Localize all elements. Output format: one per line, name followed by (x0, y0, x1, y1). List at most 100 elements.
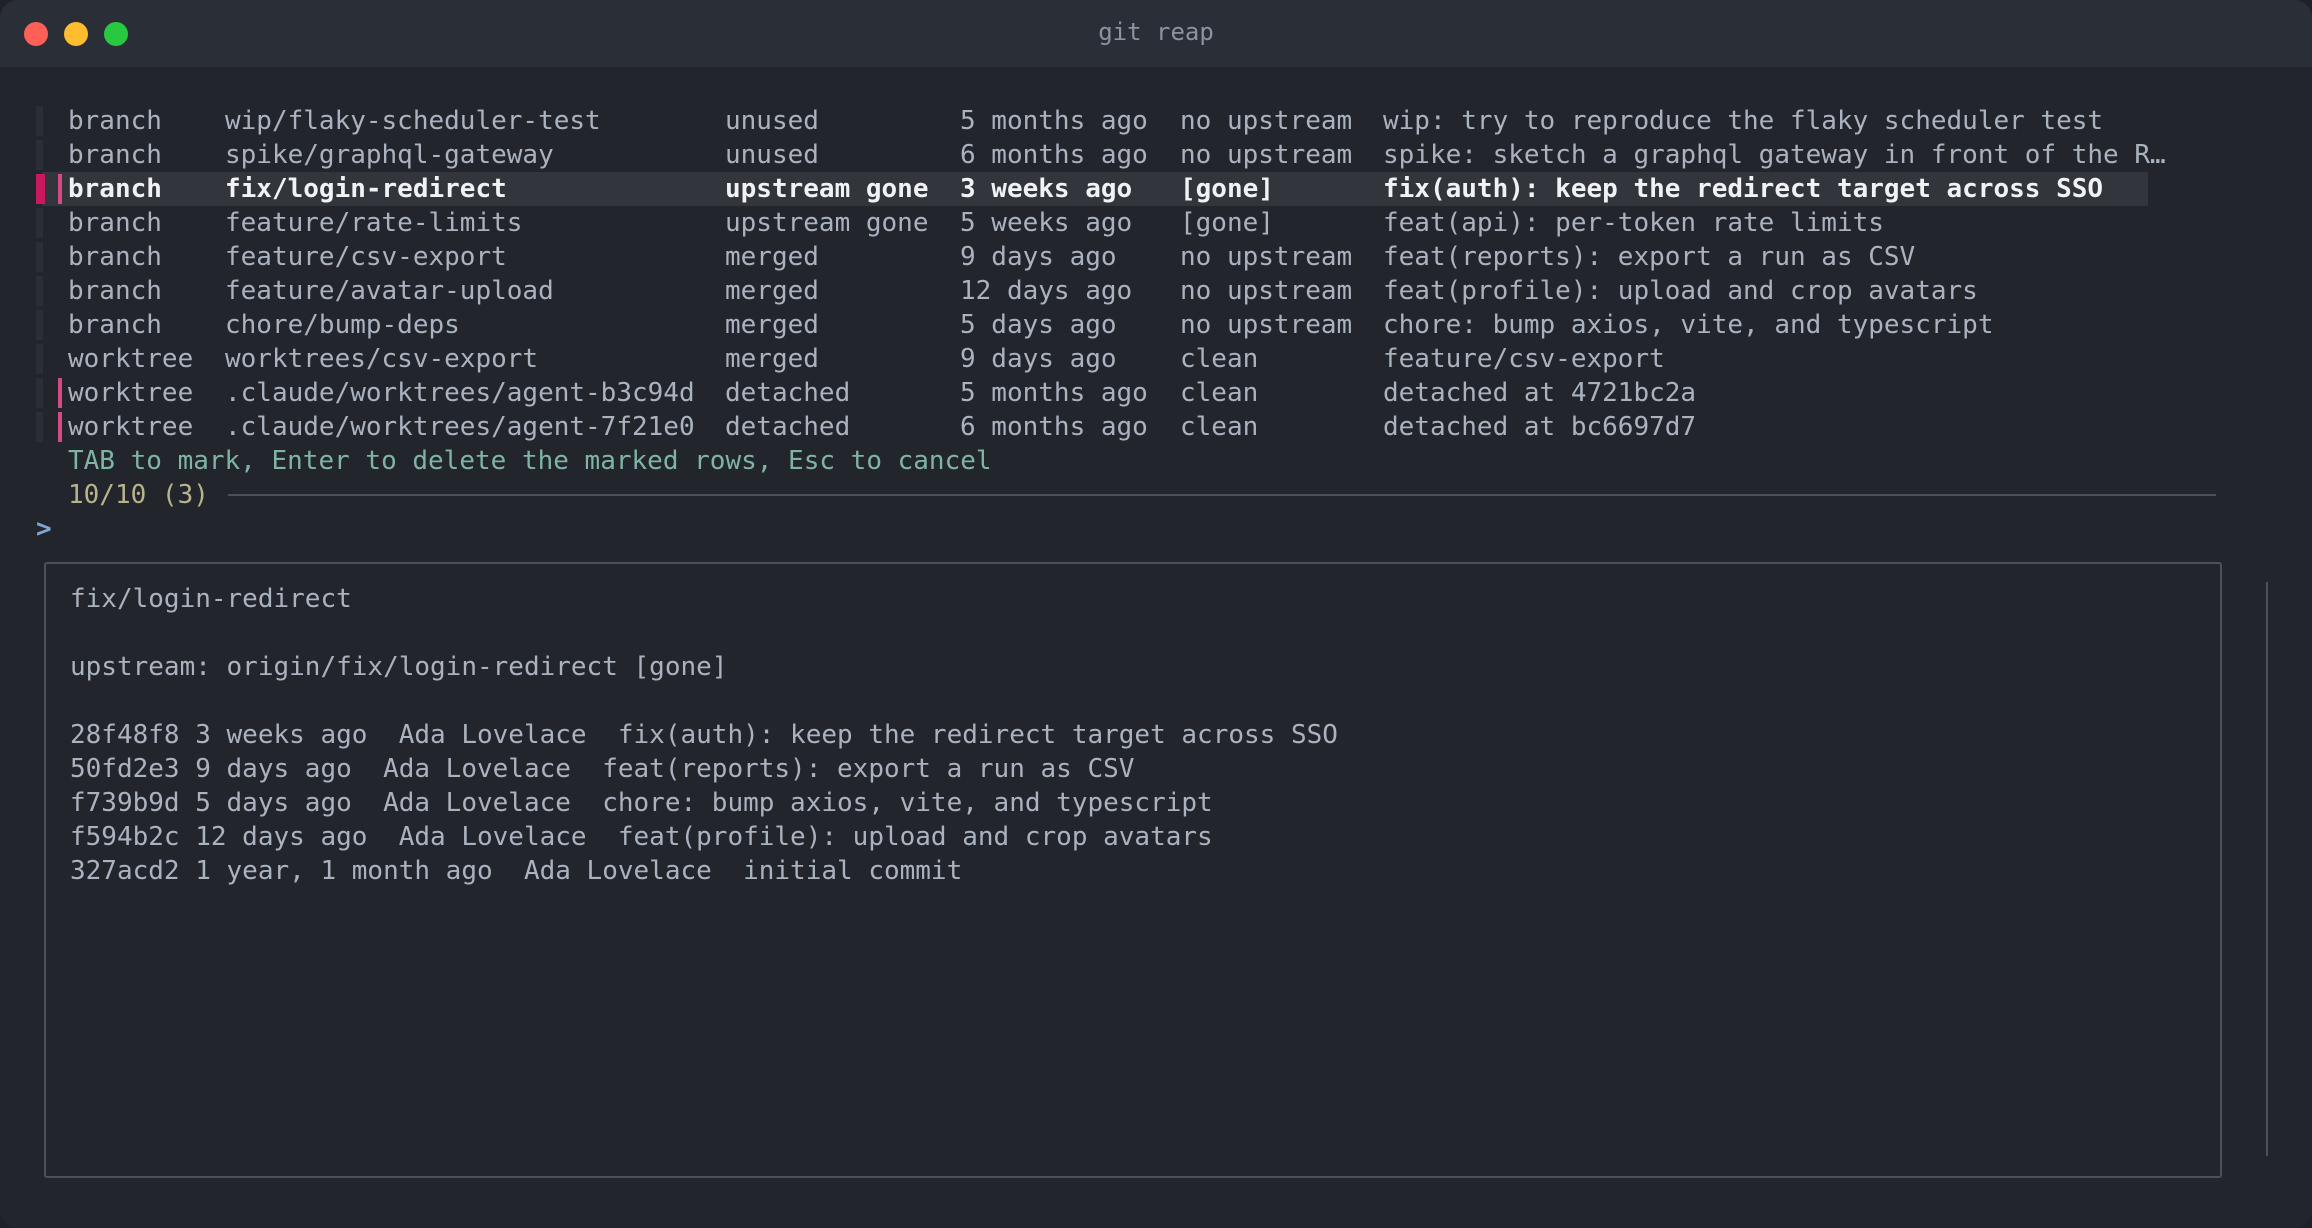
row-message: feat(api): per-token rate limits (1383, 208, 1884, 238)
row-message: detached at bc6697d7 (1383, 412, 1697, 442)
list-row[interactable]: branch feature/avatar-upload merged 12 days… (0, 274, 2312, 308)
row-gutter (36, 208, 43, 238)
row-kind: branch (68, 276, 162, 306)
match-counter: 10/10 (3) (68, 480, 209, 510)
row-kind: worktree (68, 344, 194, 374)
row-state: upstream gone (725, 174, 929, 204)
row-kind: branch (68, 140, 162, 170)
row-age: 3 weeks ago (960, 174, 1133, 204)
preview-line: fix/login-redirect (70, 584, 352, 614)
list-row[interactable]: branch fix/login-redirect upstream gone 3 w… (0, 172, 2312, 206)
marked-indicator (58, 174, 62, 204)
row-name: feature/csv-export (225, 242, 507, 272)
row-state: merged (725, 344, 819, 374)
row-upstream: no upstream (1180, 310, 1353, 340)
row-kind: worktree (68, 412, 194, 442)
row-state: detached (725, 412, 851, 442)
row-message: fix(auth): keep the redirect target acro… (1383, 174, 2104, 204)
row-message: feat(profile): upload and crop avatars (1383, 276, 1978, 306)
row-gutter (36, 412, 43, 442)
row-age: 5 months ago (960, 378, 1148, 408)
row-age: 9 days ago (960, 344, 1117, 374)
key-hint: TAB to mark, Enter to delete the marked … (68, 446, 992, 476)
row-gutter (36, 378, 43, 408)
row-state: detached (725, 378, 851, 408)
row-age: 5 months ago (960, 106, 1148, 136)
row-upstream: clean (1180, 344, 1259, 374)
list-row[interactable]: branch feature/csv-export merged 9 days ago… (0, 240, 2312, 274)
list-row[interactable]: worktree .claude/worktrees/agent-7f21e0 de… (0, 410, 2312, 444)
row-upstream: clean (1180, 378, 1259, 408)
row-message: detached at 4721bc2a (1383, 378, 1697, 408)
row-name: chore/bump-deps (225, 310, 460, 340)
candidate-list[interactable]: branch wip/flaky-scheduler-test unused 5 mo… (0, 104, 2312, 444)
row-gutter (36, 276, 43, 306)
preview-pane: fix/login-redirect upstream: origin/fix/l… (44, 562, 2222, 1178)
row-upstream: [gone] (1180, 208, 1274, 238)
preview-content: fix/login-redirect upstream: origin/fix/l… (70, 582, 1338, 888)
row-gutter (36, 242, 43, 272)
row-upstream: no upstream (1180, 140, 1353, 170)
row-name: feature/rate-limits (225, 208, 523, 238)
filter-prompt[interactable]: > (36, 512, 52, 546)
preview-line (70, 684, 1338, 718)
row-kind: branch (68, 310, 162, 340)
list-row[interactable]: worktree .claude/worktrees/agent-b3c94d de… (0, 376, 2312, 410)
row-age: 5 weeks ago (960, 208, 1133, 238)
row-age: 5 days ago (960, 310, 1117, 340)
terminal-window: git reap branch wip/flaky-scheduler-test u… (0, 0, 2312, 1228)
row-state: upstream gone (725, 208, 929, 238)
window-title: git reap (1098, 18, 1214, 46)
row-upstream: [gone] (1180, 174, 1274, 204)
counter-divider (228, 494, 2216, 496)
row-name: .claude/worktrees/agent-b3c94d (225, 378, 695, 408)
preview-scroll-border (2266, 582, 2268, 1156)
preview-line: 327acd2 1 year, 1 month ago Ada Lovelace… (70, 856, 963, 886)
row-age: 6 months ago (960, 140, 1148, 170)
row-kind: branch (68, 174, 162, 204)
preview-line: 28f48f8 3 weeks ago Ada Lovelace fix(aut… (70, 720, 1338, 750)
row-age: 12 days ago (960, 276, 1133, 306)
preview-line: 50fd2e3 9 days ago Ada Lovelace feat(rep… (70, 754, 1135, 784)
row-kind: branch (68, 242, 162, 272)
row-gutter (36, 140, 43, 170)
row-state: merged (725, 242, 819, 272)
row-upstream: no upstream (1180, 276, 1353, 306)
list-row[interactable]: branch feature/rate-limits upstream gone 5 … (0, 206, 2312, 240)
row-name: wip/flaky-scheduler-test (225, 106, 601, 136)
row-upstream: clean (1180, 412, 1259, 442)
row-gutter (36, 310, 43, 340)
row-age: 9 days ago (960, 242, 1117, 272)
row-message: feat(reports): export a run as CSV (1383, 242, 1916, 272)
row-gutter (36, 106, 43, 136)
preview-line: upstream: origin/fix/login-redirect [gon… (70, 652, 728, 682)
row-kind: branch (68, 208, 162, 238)
row-upstream: no upstream (1180, 242, 1353, 272)
row-kind: worktree (68, 378, 194, 408)
row-name: worktrees/csv-export (225, 344, 539, 374)
row-upstream: no upstream (1180, 106, 1353, 136)
row-message: chore: bump axios, vite, and typescript (1383, 310, 1994, 340)
row-name: fix/login-redirect (225, 174, 507, 204)
row-name: spike/graphql-gateway (225, 140, 554, 170)
row-message: spike: sketch a graphql gateway in front… (1383, 140, 2166, 170)
row-state: unused (725, 140, 819, 170)
row-gutter (36, 344, 43, 374)
cursor-marker (36, 174, 45, 204)
list-row[interactable]: worktree worktrees/csv-export merged 9 days… (0, 342, 2312, 376)
marked-indicator (58, 412, 62, 442)
list-row[interactable]: branch chore/bump-deps merged 5 days ago no … (0, 308, 2312, 342)
row-state: merged (725, 276, 819, 306)
row-state: merged (725, 310, 819, 340)
row-message: feature/csv-export (1383, 344, 1665, 374)
row-name: feature/avatar-upload (225, 276, 554, 306)
preview-line: f594b2c 12 days ago Ada Lovelace feat(pr… (70, 822, 1213, 852)
row-age: 6 months ago (960, 412, 1148, 442)
preview-line (70, 616, 1338, 650)
list-row[interactable]: branch spike/graphql-gateway unused 6 month… (0, 138, 2312, 172)
preview-line: f739b9d 5 days ago Ada Lovelace chore: b… (70, 788, 1213, 818)
row-state: unused (725, 106, 819, 136)
row-name: .claude/worktrees/agent-7f21e0 (225, 412, 695, 442)
list-row[interactable]: branch wip/flaky-scheduler-test unused 5 mo… (0, 104, 2312, 138)
row-kind: branch (68, 106, 162, 136)
